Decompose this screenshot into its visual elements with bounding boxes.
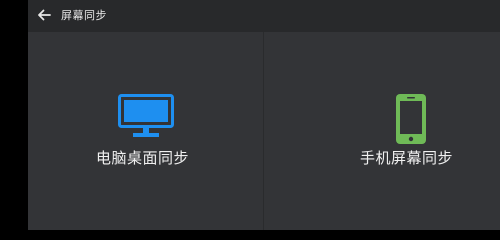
- desktop-sync-label: 电脑桌面同步: [96, 149, 190, 167]
- page-title: 屏幕同步: [61, 9, 107, 22]
- sync-options: 电脑桌面同步 手机屏幕同步: [28, 32, 500, 230]
- screen-frame: 屏幕同步 电脑桌面同步 手机屏幕同步: [0, 0, 500, 230]
- phone-sync-option[interactable]: 手机屏幕同步: [264, 32, 500, 230]
- monitor-icon: [118, 94, 174, 140]
- phone-sync-label: 手机屏幕同步: [360, 149, 454, 167]
- back-button[interactable]: [36, 7, 52, 23]
- header-bar: 屏幕同步: [28, 0, 500, 32]
- smartphone-icon: [396, 94, 426, 144]
- desktop-sync-option[interactable]: 电脑桌面同步: [28, 32, 263, 230]
- screen-sync-app: 屏幕同步 电脑桌面同步 手机屏幕同步: [28, 0, 500, 230]
- arrow-left-icon: [36, 7, 52, 23]
